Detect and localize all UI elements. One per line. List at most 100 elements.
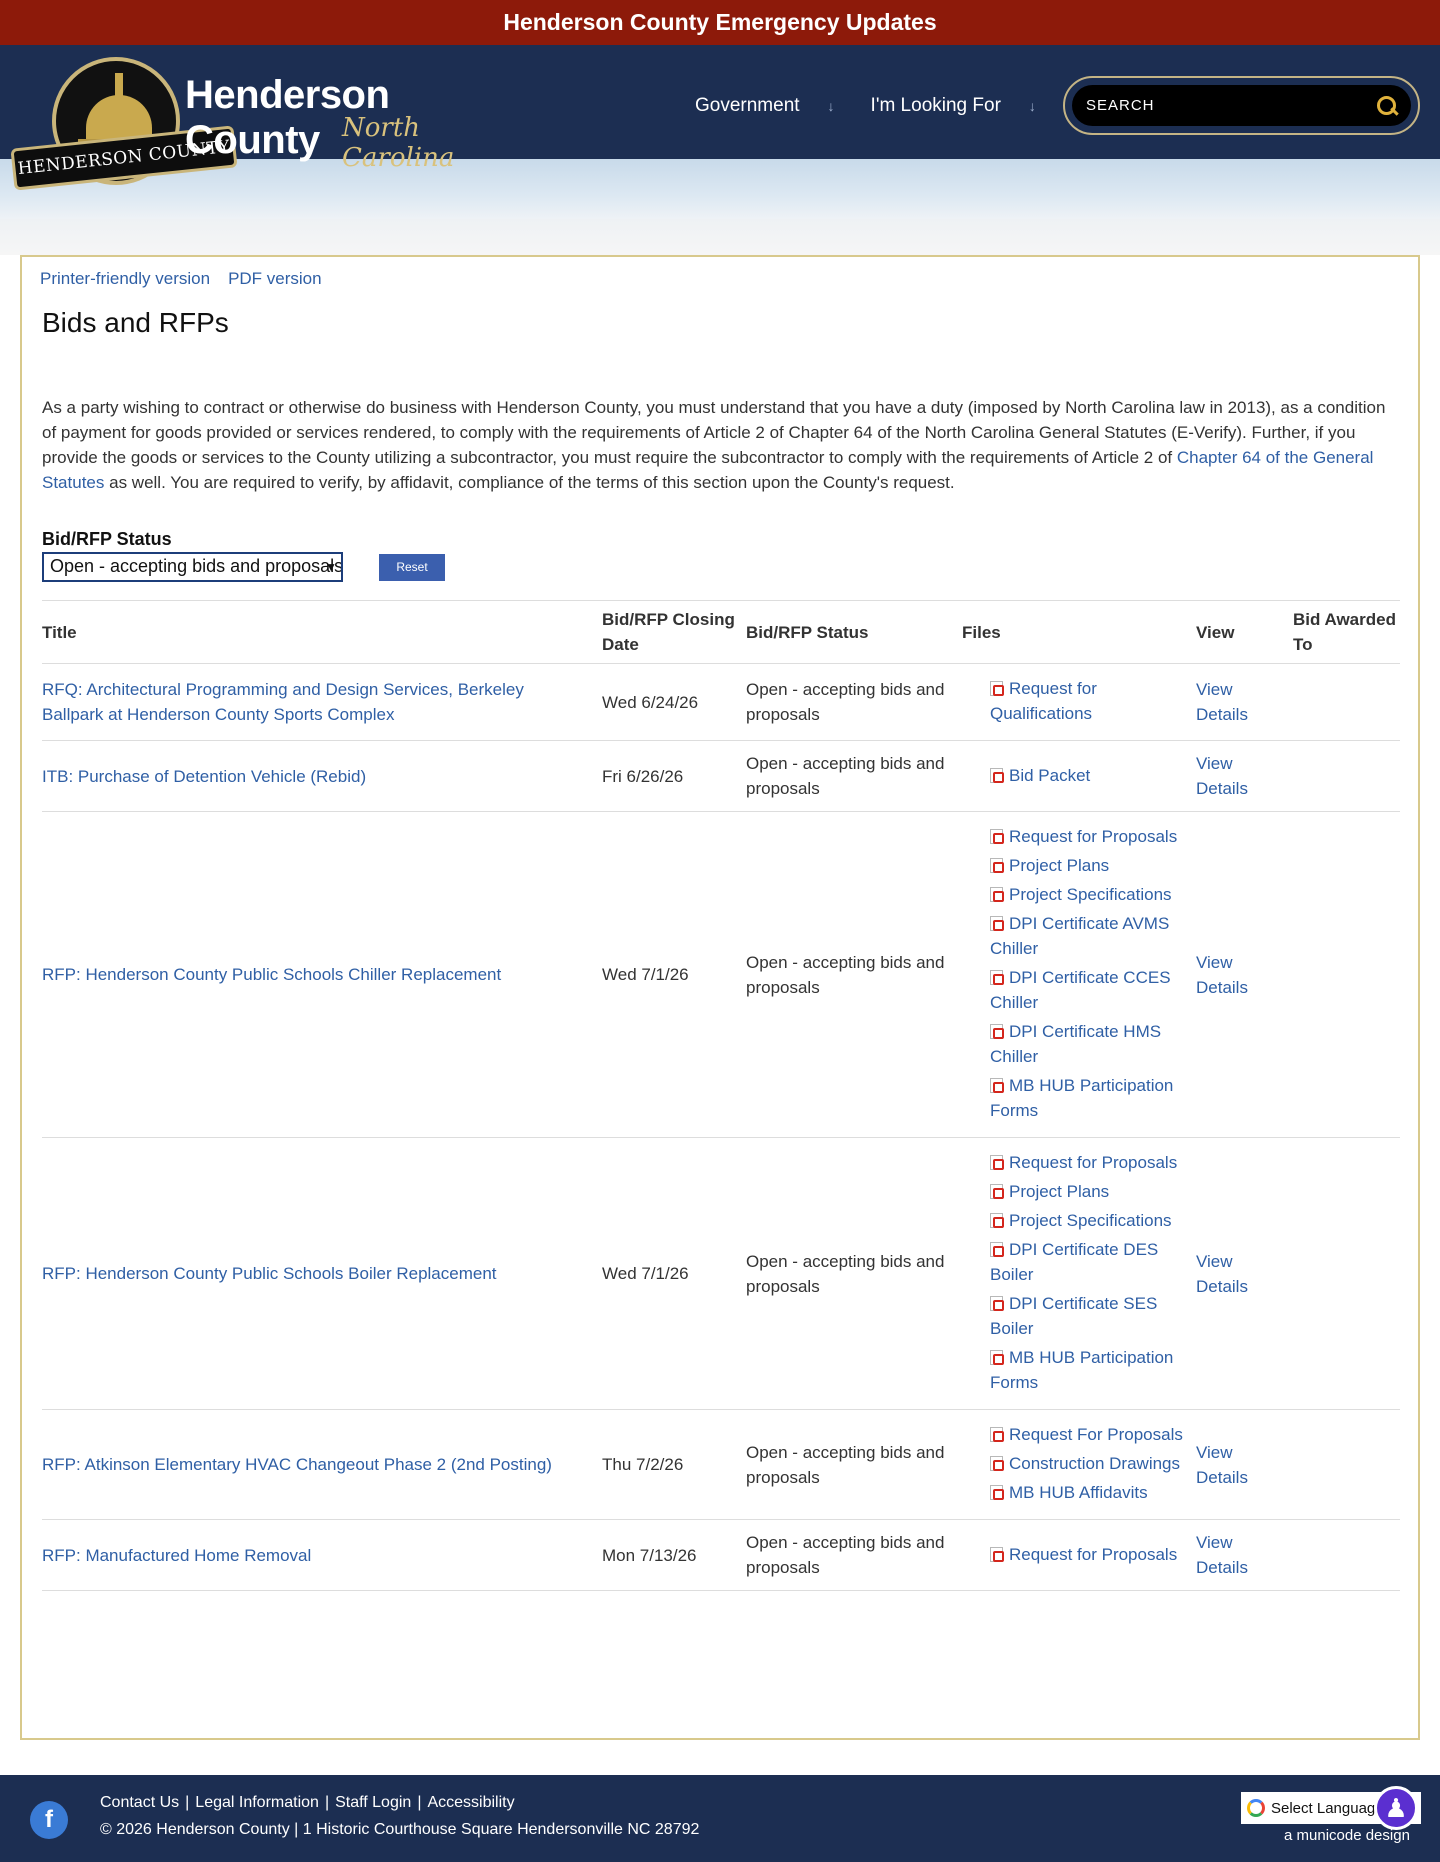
search-icon[interactable] <box>1375 94 1399 118</box>
cell-title: RFP: Atkinson Elementary HVAC Changeout … <box>42 1409 602 1520</box>
bid-title-link[interactable]: RFP: Henderson County Public Schools Boi… <box>42 1264 497 1283</box>
header-awarded: Bid Awarded To <box>1293 600 1400 664</box>
cell-closing-date: Thu 7/2/26 <box>602 1409 746 1520</box>
footer-link-contact[interactable]: Contact Us <box>100 1794 179 1812</box>
pdf-file-icon <box>990 1155 1004 1170</box>
table-row: RFP: Henderson County Public Schools Boi… <box>42 1137 1400 1410</box>
view-details-link[interactable]: View Details <box>1196 751 1256 801</box>
cell-status: Open - accepting bids and proposals <box>746 740 962 812</box>
header-closing-date[interactable]: Bid/RFP Closing Date <box>602 600 746 664</box>
view-details-link[interactable]: View Details <box>1196 1249 1256 1299</box>
header-title[interactable]: Title <box>42 600 602 664</box>
table-body: RFQ: Architectural Programming and Desig… <box>42 663 1400 1591</box>
status-select[interactable]: Open - accepting bids and proposals ▼ <box>42 552 343 582</box>
file-item: Project Specifications <box>990 1208 1196 1233</box>
file-link[interactable]: Project Plans <box>1009 856 1109 875</box>
cell-title: RFP: Henderson County Public Schools Chi… <box>42 811 602 1138</box>
file-link[interactable]: Project Plans <box>1009 1182 1109 1201</box>
pdf-file-icon <box>990 1078 1004 1093</box>
file-item: MB HUB Participation Forms <box>990 1345 1196 1395</box>
file-item: DPI Certificate SES Boiler <box>990 1291 1196 1341</box>
file-item: Request for Proposals <box>990 1542 1196 1567</box>
pdf-file-icon <box>990 887 1004 902</box>
cell-view: View Details <box>1196 1137 1293 1410</box>
file-link[interactable]: Construction Drawings <box>1009 1454 1180 1473</box>
reset-button[interactable]: Reset <box>379 553 445 581</box>
cell-status: Open - accepting bids and proposals <box>746 811 962 1138</box>
site-logo[interactable]: HENDERSON COUNTY Henderson County North … <box>10 55 532 195</box>
chevron-down-icon: ↓ <box>827 98 835 114</box>
cell-awarded <box>1293 740 1400 812</box>
file-link[interactable]: DPI Certificate HMS Chiller <box>990 1022 1161 1066</box>
pdf-file-icon <box>990 681 1004 696</box>
pdf-version-link[interactable]: PDF version <box>228 269 322 289</box>
pdf-file-icon <box>990 1213 1004 1228</box>
cell-awarded <box>1293 1519 1400 1591</box>
file-link[interactable]: DPI Certificate AVMS Chiller <box>990 914 1169 958</box>
footer-link-legal[interactable]: Legal Information <box>195 1794 319 1812</box>
file-link[interactable]: Request For Proposals <box>1009 1425 1183 1444</box>
filter-row: Open - accepting bids and proposals ▼ Re… <box>42 552 1398 582</box>
table-row: RFP: Atkinson Elementary HVAC Changeout … <box>42 1409 1400 1520</box>
cell-title: RFQ: Architectural Programming and Desig… <box>42 663 602 741</box>
file-link[interactable]: DPI Certificate SES Boiler <box>990 1294 1157 1338</box>
file-link[interactable]: Request for Proposals <box>1009 1545 1177 1564</box>
file-link[interactable]: Request for Proposals <box>1009 827 1177 846</box>
cell-view: View Details <box>1196 663 1293 741</box>
view-details-link[interactable]: View Details <box>1196 1530 1256 1580</box>
footer-links: Contact Us | Legal Information | Staff L… <box>100 1794 515 1812</box>
municode-credit[interactable]: a municode design <box>1284 1827 1410 1844</box>
file-link[interactable]: DPI Certificate DES Boiler <box>990 1240 1158 1284</box>
view-details-link[interactable]: View Details <box>1196 950 1256 1000</box>
file-link[interactable]: DPI Certificate CCES Chiller <box>990 968 1171 1012</box>
file-item: DPI Certificate HMS Chiller <box>990 1019 1196 1069</box>
footer-link-staff-login[interactable]: Staff Login <box>335 1794 411 1812</box>
file-item: MB HUB Affidavits <box>990 1480 1196 1505</box>
file-item: DPI Certificate DES Boiler <box>990 1237 1196 1287</box>
main-nav: Government ↓ I'm Looking For ↓ <box>695 95 1036 117</box>
main-content: Printer-friendly version PDF version Bid… <box>20 255 1420 1740</box>
cell-status: Open - accepting bids and proposals <box>746 663 962 741</box>
file-item: Project Specifications <box>990 882 1196 907</box>
file-link[interactable]: Project Specifications <box>1009 1211 1172 1230</box>
chevron-down-icon: ▼ <box>325 560 337 574</box>
file-link[interactable]: MB HUB Participation Forms <box>990 1076 1173 1120</box>
pdf-file-icon <box>990 970 1004 985</box>
file-link[interactable]: Project Specifications <box>1009 885 1172 904</box>
bid-title-link[interactable]: RFP: Manufactured Home Removal <box>42 1546 311 1565</box>
pdf-file-icon <box>990 858 1004 873</box>
cell-awarded <box>1293 1137 1400 1410</box>
bid-title-link[interactable]: RFQ: Architectural Programming and Desig… <box>42 680 524 724</box>
facebook-icon[interactable]: f <box>30 1801 68 1839</box>
emergency-alert-text[interactable]: Henderson County Emergency Updates <box>503 9 936 36</box>
printer-friendly-link[interactable]: Printer-friendly version <box>40 269 210 289</box>
cell-view: View Details <box>1196 740 1293 812</box>
bid-title-link[interactable]: ITB: Purchase of Detention Vehicle (Rebi… <box>42 767 366 786</box>
file-link[interactable]: MB HUB Participation Forms <box>990 1348 1173 1392</box>
cell-title: ITB: Purchase of Detention Vehicle (Rebi… <box>42 740 602 812</box>
file-link[interactable]: Bid Packet <box>1009 766 1090 785</box>
search-bar <box>1063 76 1420 135</box>
view-details-link[interactable]: View Details <box>1196 1440 1256 1490</box>
emergency-alert-bar[interactable]: Henderson County Emergency Updates <box>0 0 1440 45</box>
accessibility-icon[interactable]: ♟ <box>1374 1786 1418 1830</box>
nav-item-government[interactable]: Government ↓ <box>695 95 835 117</box>
bid-title-link[interactable]: RFP: Henderson County Public Schools Chi… <box>42 965 501 984</box>
nav-item-looking-for[interactable]: I'm Looking For ↓ <box>871 95 1036 117</box>
file-link[interactable]: Request for Qualifications <box>990 679 1097 723</box>
site-footer: f Contact Us | Legal Information | Staff… <box>0 1775 1440 1862</box>
file-item: Request for Proposals <box>990 824 1196 849</box>
view-details-link[interactable]: View Details <box>1196 677 1256 727</box>
header-status[interactable]: Bid/RFP Status <box>746 600 962 664</box>
footer-link-accessibility[interactable]: Accessibility <box>427 1794 514 1812</box>
table-header-row: Title Bid/RFP Closing Date Bid/RFP Statu… <box>42 600 1400 664</box>
pdf-file-icon <box>990 1296 1004 1311</box>
pdf-file-icon <box>990 1456 1004 1471</box>
search-box <box>1072 85 1411 126</box>
file-item: Request for Proposals <box>990 1150 1196 1175</box>
file-link[interactable]: MB HUB Affidavits <box>1009 1483 1148 1502</box>
file-item: Request for Qualifications <box>990 676 1196 726</box>
search-input[interactable] <box>1086 97 1375 114</box>
bid-title-link[interactable]: RFP: Atkinson Elementary HVAC Changeout … <box>42 1455 552 1474</box>
file-link[interactable]: Request for Proposals <box>1009 1153 1177 1172</box>
